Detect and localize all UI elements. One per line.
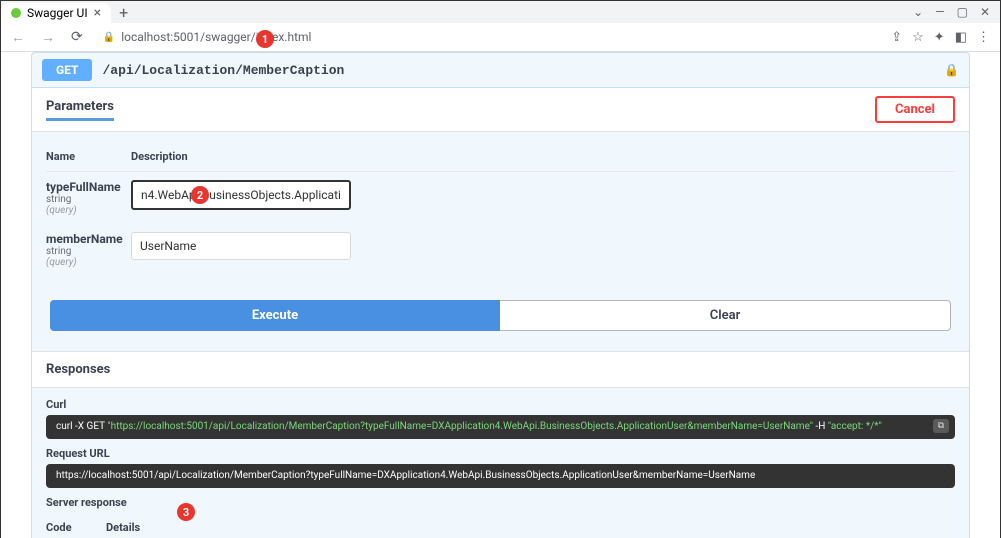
url-text: localhost:5001/swagger/index.html bbox=[121, 30, 311, 44]
curl-label: Curl bbox=[46, 398, 955, 411]
param-info: memberName string (query) bbox=[46, 232, 131, 268]
parameters-body: Name Description typeFullName string (qu… bbox=[32, 132, 969, 351]
minimize-icon[interactable]: — bbox=[935, 5, 944, 19]
params-table-header: Name Description bbox=[46, 142, 955, 172]
close-tab-icon[interactable]: × bbox=[94, 6, 101, 20]
favicon-icon bbox=[11, 8, 21, 18]
param-name: typeFullName bbox=[46, 180, 131, 194]
annotation-2: 2 bbox=[191, 186, 209, 204]
parameters-tab-bar: Parameters Cancel bbox=[32, 88, 969, 132]
http-method-badge: GET bbox=[42, 59, 92, 81]
cancel-button[interactable]: Cancel bbox=[875, 96, 955, 123]
param-type: string bbox=[46, 194, 131, 205]
window-controls: ⌄ — ▢ ✕ bbox=[903, 5, 1000, 19]
col-header-name: Name bbox=[46, 150, 131, 163]
back-button[interactable]: ← bbox=[7, 29, 29, 46]
tab-bar: Swagger UI × + ⌄ — ▢ ✕ bbox=[1, 1, 1000, 23]
url-input[interactable]: 🔒 localhost:5001/swagger/index.html bbox=[95, 27, 880, 47]
request-url-block: https://localhost:5001/api/Localization/… bbox=[46, 464, 955, 488]
responses-body: Curl curl -X GET "https://localhost:5001… bbox=[32, 388, 969, 538]
curl-prefix: curl -X GET bbox=[56, 421, 107, 432]
curl-url: "https://localhost:5001/api/Localization… bbox=[107, 421, 813, 432]
swagger-content: GET /api/Localization/MemberCaption 🔒 Pa… bbox=[1, 52, 1000, 538]
execute-button[interactable]: Execute bbox=[50, 300, 500, 331]
param-location: (query) bbox=[46, 205, 131, 216]
bookmark-icon[interactable]: ☆ bbox=[912, 30, 924, 45]
new-tab-button[interactable]: + bbox=[111, 3, 136, 22]
menu-icon[interactable]: ⋮ bbox=[977, 30, 990, 45]
curl-accept: "accept: */*" bbox=[828, 421, 882, 432]
param-row: typeFullName string (query) bbox=[46, 172, 955, 224]
membername-input[interactable] bbox=[131, 232, 351, 260]
param-info: typeFullName string (query) bbox=[46, 180, 131, 216]
operation-header[interactable]: GET /api/Localization/MemberCaption 🔒 bbox=[32, 53, 969, 88]
param-location: (query) bbox=[46, 257, 131, 268]
col-header-description: Description bbox=[131, 150, 188, 163]
extensions-icon[interactable]: ✦ bbox=[934, 30, 945, 45]
param-row: memberName string (query) bbox=[46, 224, 955, 276]
clear-button[interactable]: Clear bbox=[500, 300, 951, 331]
maximize-icon[interactable]: ▢ bbox=[957, 5, 968, 19]
share-icon[interactable]: ⇪ bbox=[891, 30, 902, 45]
operation-block: GET /api/Localization/MemberCaption 🔒 Pa… bbox=[31, 52, 970, 538]
reload-button[interactable]: ⟳ bbox=[67, 29, 87, 45]
chevron-down-icon[interactable]: ⌄ bbox=[913, 5, 923, 19]
forward-button: → bbox=[37, 29, 59, 46]
responses-title: Responses bbox=[46, 362, 110, 377]
param-type: string bbox=[46, 246, 131, 257]
typefullname-input[interactable] bbox=[131, 180, 351, 210]
address-bar: ← → ⟳ 🔒 localhost:5001/swagger/index.htm… bbox=[1, 23, 1000, 51]
col-header-code: Code bbox=[46, 521, 106, 534]
copy-curl-icon[interactable]: ⧉ bbox=[933, 419, 949, 433]
tab-title: Swagger UI bbox=[27, 6, 88, 20]
curl-suffix: -H bbox=[813, 421, 828, 432]
endpoint-path: /api/Localization/MemberCaption bbox=[102, 63, 344, 78]
action-buttons: Execute Clear bbox=[46, 300, 955, 331]
request-url-text: https://localhost:5001/api/Localization/… bbox=[56, 470, 755, 481]
annotation-3: 3 bbox=[177, 503, 195, 521]
parameters-tab[interactable]: Parameters bbox=[46, 99, 114, 121]
request-url-label: Request URL bbox=[46, 447, 955, 460]
browser-tab[interactable]: Swagger UI × bbox=[1, 3, 111, 23]
profile-icon[interactable]: ◧ bbox=[955, 30, 967, 45]
curl-block: curl -X GET "https://localhost:5001/api/… bbox=[46, 415, 955, 439]
param-name: memberName bbox=[46, 232, 131, 246]
browser-chrome: Swagger UI × + ⌄ — ▢ ✕ ← → ⟳ 🔒 localhost… bbox=[1, 1, 1000, 52]
annotation-1: 1 bbox=[256, 30, 274, 48]
auth-lock-icon[interactable]: 🔒 bbox=[944, 63, 959, 77]
responses-bar: Responses bbox=[32, 351, 969, 388]
col-header-details: Details bbox=[106, 521, 140, 534]
close-window-icon[interactable]: ✕ bbox=[980, 5, 990, 19]
lock-icon: 🔒 bbox=[103, 32, 115, 43]
